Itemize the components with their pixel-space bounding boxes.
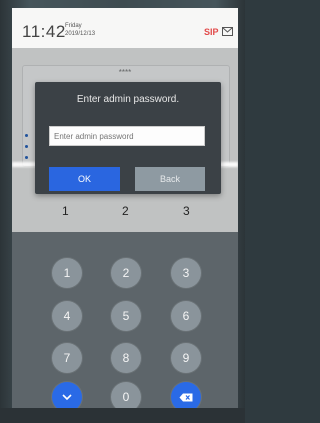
device-frame: 11:42 Friday 2019/12/13 SIP **** Enter a…: [0, 0, 245, 423]
device-bezel-bottom: [0, 408, 245, 423]
admin-password-dialog: Enter admin password. OK Back: [35, 82, 221, 194]
status-bar: 11:42 Friday 2019/12/13 SIP: [12, 8, 238, 48]
delete-button[interactable]: [171, 382, 201, 408]
key-2[interactable]: 2: [111, 258, 141, 288]
key-7[interactable]: 7: [52, 343, 82, 373]
ok-button[interactable]: OK: [49, 167, 120, 191]
weekday-label: Friday: [65, 23, 82, 29]
number-row-2: 2: [122, 204, 129, 218]
key-0[interactable]: 0: [111, 382, 141, 408]
hide-keypad-button[interactable]: [52, 382, 82, 408]
clock-time: 11:42: [22, 22, 66, 41]
dialog-title: Enter admin password.: [76, 94, 180, 105]
key-3[interactable]: 3: [171, 258, 201, 288]
backspace-icon: [179, 393, 193, 401]
number-row-1: 1: [62, 204, 69, 218]
key-1[interactable]: 1: [52, 258, 82, 288]
chevron-down-icon: [62, 393, 72, 400]
date-label: 2019/12/13: [65, 31, 96, 37]
numeric-keypad: 1 2 3 4 5 6 7 8 9 0: [12, 232, 238, 408]
number-row-3: 3: [183, 204, 190, 218]
key-9[interactable]: 9: [171, 343, 201, 373]
screen: 11:42 Friday 2019/12/13 SIP **** Enter a…: [12, 8, 238, 408]
key-8[interactable]: 8: [111, 343, 141, 373]
key-4[interactable]: 4: [52, 301, 82, 331]
key-5[interactable]: 5: [111, 301, 141, 331]
sip-status: SIP: [204, 27, 219, 37]
key-6[interactable]: 6: [171, 301, 201, 331]
password-input[interactable]: [49, 126, 205, 146]
envelope-icon[interactable]: [222, 27, 233, 36]
back-button[interactable]: Back: [135, 167, 205, 191]
